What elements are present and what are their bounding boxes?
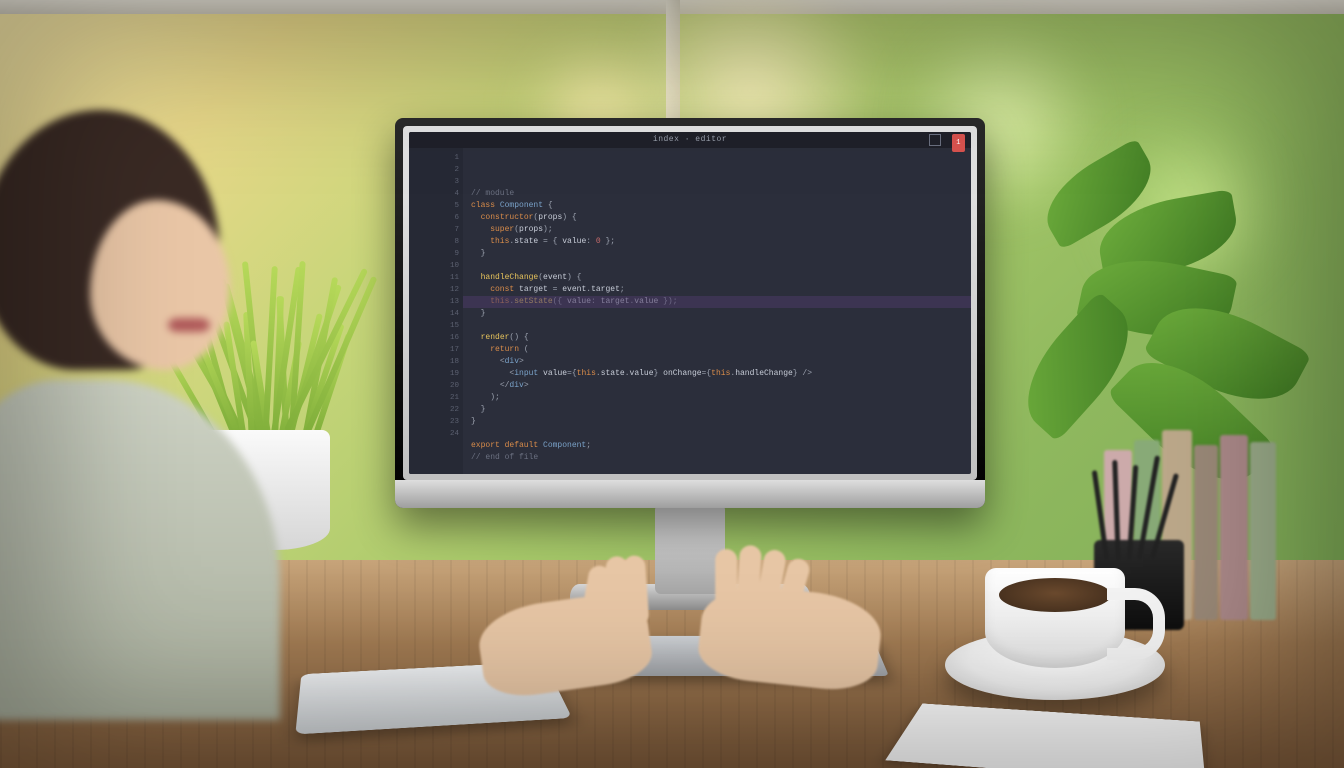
editor-title: index · editor: [653, 135, 727, 144]
photo-scene: index · editor 1 12345678910111213141516…: [0, 0, 1344, 768]
monitor-chin: [395, 480, 985, 508]
monitor-bezel: index · editor 1 12345678910111213141516…: [395, 118, 985, 508]
monitor: index · editor 1 12345678910111213141516…: [395, 118, 985, 508]
code-editor-screen: index · editor 1 12345678910111213141516…: [409, 132, 971, 474]
cup-handle: [1107, 588, 1165, 660]
line-number-gutter: 123456789101112131415161718192021222324: [409, 148, 463, 474]
current-line-highlight: [463, 296, 971, 308]
person-foreground: [0, 80, 300, 720]
code-area: // moduleclass Component { constructor(p…: [463, 148, 971, 474]
cup: [985, 568, 1125, 668]
editor-titlebar: index · editor 1: [409, 132, 971, 148]
coffee-cup: [945, 560, 1165, 710]
window-control-icon: [929, 134, 941, 146]
